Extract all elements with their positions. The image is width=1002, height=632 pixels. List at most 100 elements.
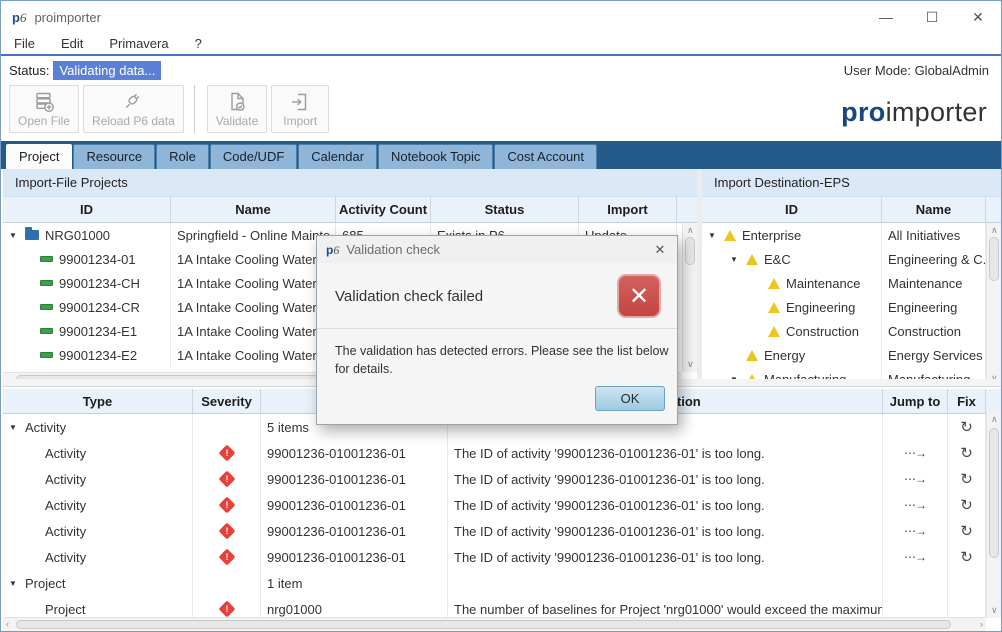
eps-id: Construction	[786, 324, 859, 339]
dialog-separator	[317, 328, 677, 329]
tab-role[interactable]: Role	[156, 144, 209, 169]
error-severity-icon	[218, 523, 235, 540]
error-item-id: 1 item	[261, 570, 448, 596]
jump-to-icon[interactable]: ⋯→	[904, 446, 926, 460]
project-id: NRG01000	[45, 228, 110, 243]
reload-plug-icon	[121, 91, 145, 113]
tab-cost-account[interactable]: Cost Account	[494, 144, 597, 169]
eps-id: Energy	[764, 348, 805, 363]
validate-button[interactable]: Validate	[207, 85, 267, 133]
eps-row[interactable]: ▼ Enterprise All Initiatives	[702, 223, 986, 247]
eps-node-icon	[724, 230, 736, 241]
dialog-title-bar[interactable]: p6 Validation check ✕	[317, 236, 677, 263]
open-file-button[interactable]: Open File	[9, 85, 79, 133]
tab-resource[interactable]: Resource	[73, 144, 155, 169]
expander-icon[interactable]: ▼	[730, 255, 746, 264]
row-type-icon	[40, 328, 53, 334]
expander-icon[interactable]: ▼	[9, 423, 25, 432]
bottom-vertical-scrollbar[interactable]: ∧ ∨	[986, 412, 1001, 618]
error-item-id: 99001236-01001236-01	[261, 544, 448, 570]
fix-icon[interactable]: ↻	[960, 446, 973, 461]
validation-row[interactable]: Project nrg01000 The number of baselines…	[3, 596, 986, 618]
eps-row[interactable]: Maintenance Maintenance	[702, 271, 986, 295]
col-jump-to: Jump to	[883, 389, 948, 413]
tab-notebook-topic[interactable]: Notebook Topic	[378, 144, 493, 169]
brand-logo-importer: importer	[886, 97, 987, 127]
scroll-left-icon[interactable]: ‹	[6, 620, 9, 629]
expander-icon[interactable]: ▼	[9, 231, 25, 240]
jump-to-icon[interactable]: ⋯→	[904, 524, 926, 538]
menu-edit[interactable]: Edit	[48, 36, 96, 51]
scroll-up-icon[interactable]: ∧	[991, 415, 998, 424]
menu-help[interactable]: ?	[182, 36, 215, 51]
error-type: Project	[45, 602, 85, 617]
import-arrow-icon	[288, 91, 312, 113]
row-type-icon	[40, 280, 53, 286]
col-fix: Fix	[948, 389, 986, 413]
col-severity: Severity	[193, 389, 261, 413]
menu-file[interactable]: File	[1, 36, 48, 51]
error-item-id: 99001236-01001236-01	[261, 492, 448, 518]
col-name: Name	[171, 197, 336, 222]
eps-row[interactable]: Energy Energy Services	[702, 343, 986, 367]
project-name: 1A Intake Cooling Water Pu...	[171, 247, 336, 271]
validation-row[interactable]: Activity 99001236-01001236-01 The ID of …	[3, 544, 986, 570]
jump-to-icon[interactable]: ⋯→	[904, 472, 926, 486]
expander-icon[interactable]: ▼	[9, 579, 25, 588]
dialog-error-icon: ✕	[617, 274, 661, 318]
fix-icon[interactable]: ↻	[960, 498, 973, 513]
fix-icon[interactable]: ↻	[960, 550, 973, 565]
left-vertical-scrollbar[interactable]: ∧ ∨	[682, 223, 697, 372]
close-button[interactable]: ✕	[955, 9, 1001, 26]
validation-row[interactable]: Activity 99001236-01001236-01 The ID of …	[3, 492, 986, 518]
import-button[interactable]: Import	[271, 85, 329, 133]
jump-to-icon[interactable]: ⋯→	[904, 550, 926, 564]
eps-name: Construction	[882, 319, 986, 343]
validation-row[interactable]: Activity 99001236-01001236-01 The ID of …	[3, 466, 986, 492]
dialog-heading: Validation check failed	[335, 288, 483, 305]
scroll-up-icon[interactable]: ∧	[991, 226, 998, 235]
dialog-close-button[interactable]: ✕	[643, 242, 677, 258]
scroll-thumb[interactable]	[685, 237, 695, 265]
eps-name: Engineering	[882, 295, 986, 319]
scroll-thumb[interactable]	[16, 620, 951, 629]
tab-code-udf[interactable]: Code/UDF	[210, 144, 297, 169]
import-destination-eps-panel: Import Destination-EPS ID Name ▼ Enterpr…	[702, 169, 1001, 386]
bottom-horizontal-scrollbar[interactable]: ‹ ›	[3, 617, 986, 631]
fix-icon[interactable]: ↻	[960, 472, 973, 487]
validation-row[interactable]: Activity 99001236-01001236-01 The ID of …	[3, 440, 986, 466]
app-window: p6 proimporter — ☐ ✕ File Edit Primavera…	[0, 0, 1002, 632]
expander-icon[interactable]: ▼	[708, 231, 724, 240]
eps-row[interactable]: Engineering Engineering	[702, 295, 986, 319]
menu-primavera[interactable]: Primavera	[96, 36, 181, 51]
validation-row[interactable]: Activity 99001236-01001236-01 The ID of …	[3, 518, 986, 544]
fix-icon[interactable]: ↻	[960, 420, 973, 435]
error-item-id: 99001236-01001236-01	[261, 466, 448, 492]
row-type-icon	[40, 256, 53, 262]
eps-row[interactable]: Construction Construction	[702, 319, 986, 343]
scroll-up-icon[interactable]: ∧	[687, 226, 694, 235]
right-vertical-scrollbar[interactable]: ∧ ∨	[986, 223, 1001, 386]
scroll-thumb[interactable]	[989, 237, 999, 281]
dialog-ok-button[interactable]: OK	[595, 386, 665, 411]
col-name: Name	[882, 197, 986, 222]
error-type: Activity	[45, 550, 86, 565]
tab-calendar[interactable]: Calendar	[298, 144, 377, 169]
eps-node-icon	[768, 326, 780, 337]
eps-row[interactable]: ▼ E&C Engineering & C...	[702, 247, 986, 271]
eps-tree-rows: ▼ Enterprise All Initiatives ▼ E&C Engin…	[702, 223, 986, 386]
maximize-button[interactable]: ☐	[909, 9, 955, 26]
scroll-down-icon[interactable]: ∨	[991, 606, 998, 615]
minimize-button[interactable]: —	[863, 9, 909, 26]
status-value: Validating data...	[53, 61, 161, 80]
col-id: ID	[3, 197, 171, 222]
eps-name: Engineering & C...	[882, 247, 986, 271]
tab-project[interactable]: Project	[6, 144, 72, 169]
fix-icon[interactable]: ↻	[960, 524, 973, 539]
scroll-thumb[interactable]	[989, 428, 999, 558]
scroll-right-icon[interactable]: ›	[980, 620, 983, 629]
validation-row[interactable]: ▼ Project 1 item	[3, 570, 986, 596]
reload-p6-button[interactable]: Reload P6 data	[83, 85, 184, 133]
scroll-down-icon[interactable]: ∨	[687, 360, 694, 369]
jump-to-icon[interactable]: ⋯→	[904, 498, 926, 512]
